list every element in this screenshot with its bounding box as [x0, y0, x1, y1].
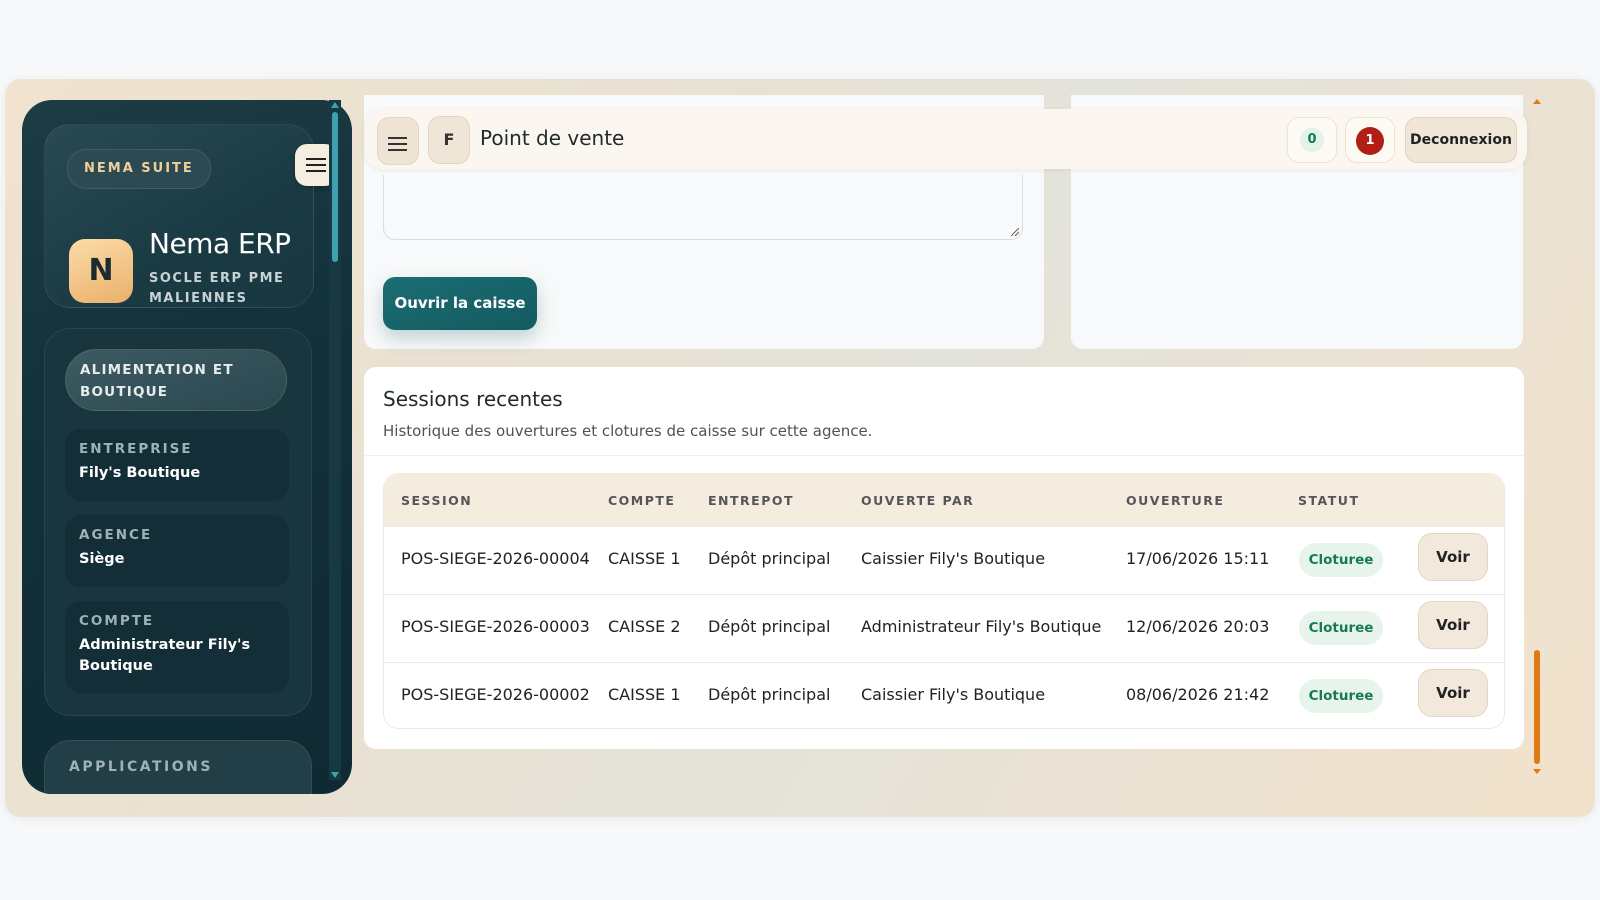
agence-box: AGENCE Siège — [65, 515, 289, 587]
opening-date-cell: 08/06/2026 21:42 — [1126, 685, 1270, 704]
entrepot-cell: Dépôt principal — [708, 549, 831, 568]
open-register-button[interactable]: Ouvrir la caisse — [383, 277, 537, 330]
column-header-ouverte-par: OUVERTE PAR — [861, 493, 975, 508]
scroll-down-icon[interactable] — [331, 772, 339, 778]
column-header-entrepot: ENTREPOT — [708, 493, 795, 508]
view-session-button[interactable]: Voir — [1418, 533, 1488, 581]
alert-count-badge: 1 — [1356, 127, 1384, 155]
sessions-subtitle: Historique des ouvertures et clotures de… — [383, 422, 873, 440]
status-badge: Cloturee — [1299, 543, 1383, 577]
column-header-session: SESSION — [401, 493, 473, 508]
entreprise-label: ENTREPRISE — [79, 441, 193, 457]
notification-badge-button[interactable]: 0 — [1287, 117, 1337, 163]
alert-badge-button[interactable]: 1 — [1345, 117, 1395, 163]
compte-cell: CAISSE 2 — [608, 617, 681, 636]
column-header-statut: STATUT — [1298, 493, 1360, 508]
logout-button[interactable]: Deconnexion — [1405, 117, 1517, 163]
session-id: POS-SIEGE-2026-00002 — [401, 685, 590, 704]
scroll-down-icon[interactable] — [1533, 769, 1541, 774]
opened-by-cell: Administrateur Fily's Boutique — [861, 617, 1102, 636]
success-count-badge: 0 — [1300, 128, 1324, 152]
brand-subtitle: SOCLE ERP PME MALIENNES — [149, 271, 285, 306]
context-card: ALIMENTATION ET BOUTIQUE ENTREPRISE Fily… — [44, 328, 312, 716]
agence-label: AGENCE — [79, 527, 153, 543]
session-id: POS-SIEGE-2026-00004 — [401, 549, 590, 568]
sidebar: NEMA SUITE N Nema ERP SOCLE ERP PME MALI… — [22, 100, 352, 794]
resize-handle-icon[interactable] — [1011, 228, 1019, 236]
page-title: Point de vente — [480, 126, 625, 150]
status-badge: Cloturee — [1299, 611, 1383, 645]
divider — [364, 455, 1524, 456]
table-row: POS-SIEGE-2026-00004 CAISSE 1 Dépôt prin… — [384, 526, 1504, 595]
table-row: POS-SIEGE-2026-00002 CAISSE 1 Dépôt prin… — [384, 662, 1504, 728]
sessions-title: Sessions recentes — [383, 387, 563, 411]
table-header: SESSION COMPTE ENTREPOT OUVERTE PAR OUVE… — [384, 474, 1504, 526]
sessions-card: Sessions recentes Historique des ouvertu… — [364, 367, 1524, 749]
topbar-menu-button[interactable] — [377, 117, 419, 165]
sessions-table: SESSION COMPTE ENTREPOT OUVERTE PAR OUVE… — [383, 473, 1505, 729]
column-header-ouverture: OUVERTURE — [1126, 493, 1225, 508]
entrepot-cell: Dépôt principal — [708, 617, 831, 636]
applications-card: APPLICATIONS — [44, 740, 312, 794]
compte-value: Administrateur Fily's Boutique — [79, 637, 251, 674]
topbar: F Point de vente 0 1 Deconnexion — [365, 109, 1527, 169]
compte-cell: CAISSE 1 — [608, 549, 681, 568]
brand-logo: N — [69, 239, 133, 303]
opening-date-cell: 17/06/2026 15:11 — [1126, 549, 1270, 568]
scroll-up-icon[interactable] — [331, 102, 339, 108]
scroll-up-icon[interactable] — [1533, 99, 1541, 104]
brand-name: Nema ERP — [149, 227, 291, 260]
entrepot-cell: Dépôt principal — [708, 685, 831, 704]
main-scrollbar[interactable] — [1532, 97, 1542, 779]
notes-textarea[interactable] — [383, 175, 1023, 240]
brand-tag: NEMA SUITE — [67, 149, 211, 189]
entreprise-box: ENTREPRISE Fily's Boutique — [65, 429, 289, 501]
app-frame: NEMA SUITE N Nema ERP SOCLE ERP PME MALI… — [5, 79, 1595, 817]
compte-cell: CAISSE 1 — [608, 685, 681, 704]
session-id: POS-SIEGE-2026-00003 — [401, 617, 590, 636]
sidebar-scroll-thumb[interactable] — [332, 112, 338, 262]
opening-date-cell: 12/06/2026 20:03 — [1126, 617, 1270, 636]
company-avatar[interactable]: F — [428, 116, 470, 164]
applications-label: APPLICATIONS — [69, 759, 213, 775]
agence-value: Siège — [79, 551, 125, 567]
compte-label: COMPTE — [79, 613, 155, 629]
compte-box: COMPTE Administrateur Fily's Boutique — [65, 601, 289, 693]
sidebar-scrollbar[interactable] — [329, 100, 341, 780]
main-scroll-thumb[interactable] — [1534, 650, 1540, 764]
status-badge: Cloturee — [1299, 679, 1383, 713]
sector-pill[interactable]: ALIMENTATION ET BOUTIQUE — [65, 349, 287, 411]
column-header-compte: COMPTE — [608, 493, 676, 508]
view-session-button[interactable]: Voir — [1418, 669, 1488, 717]
brand-card: NEMA SUITE N Nema ERP SOCLE ERP PME MALI… — [44, 124, 337, 308]
view-session-button[interactable]: Voir — [1418, 601, 1488, 649]
opened-by-cell: Caissier Fily's Boutique — [861, 685, 1046, 704]
entreprise-value: Fily's Boutique — [79, 465, 201, 481]
opened-by-cell: Caissier Fily's Boutique — [861, 549, 1046, 568]
table-row: POS-SIEGE-2026-00003 CAISSE 2 Dépôt prin… — [384, 594, 1504, 663]
